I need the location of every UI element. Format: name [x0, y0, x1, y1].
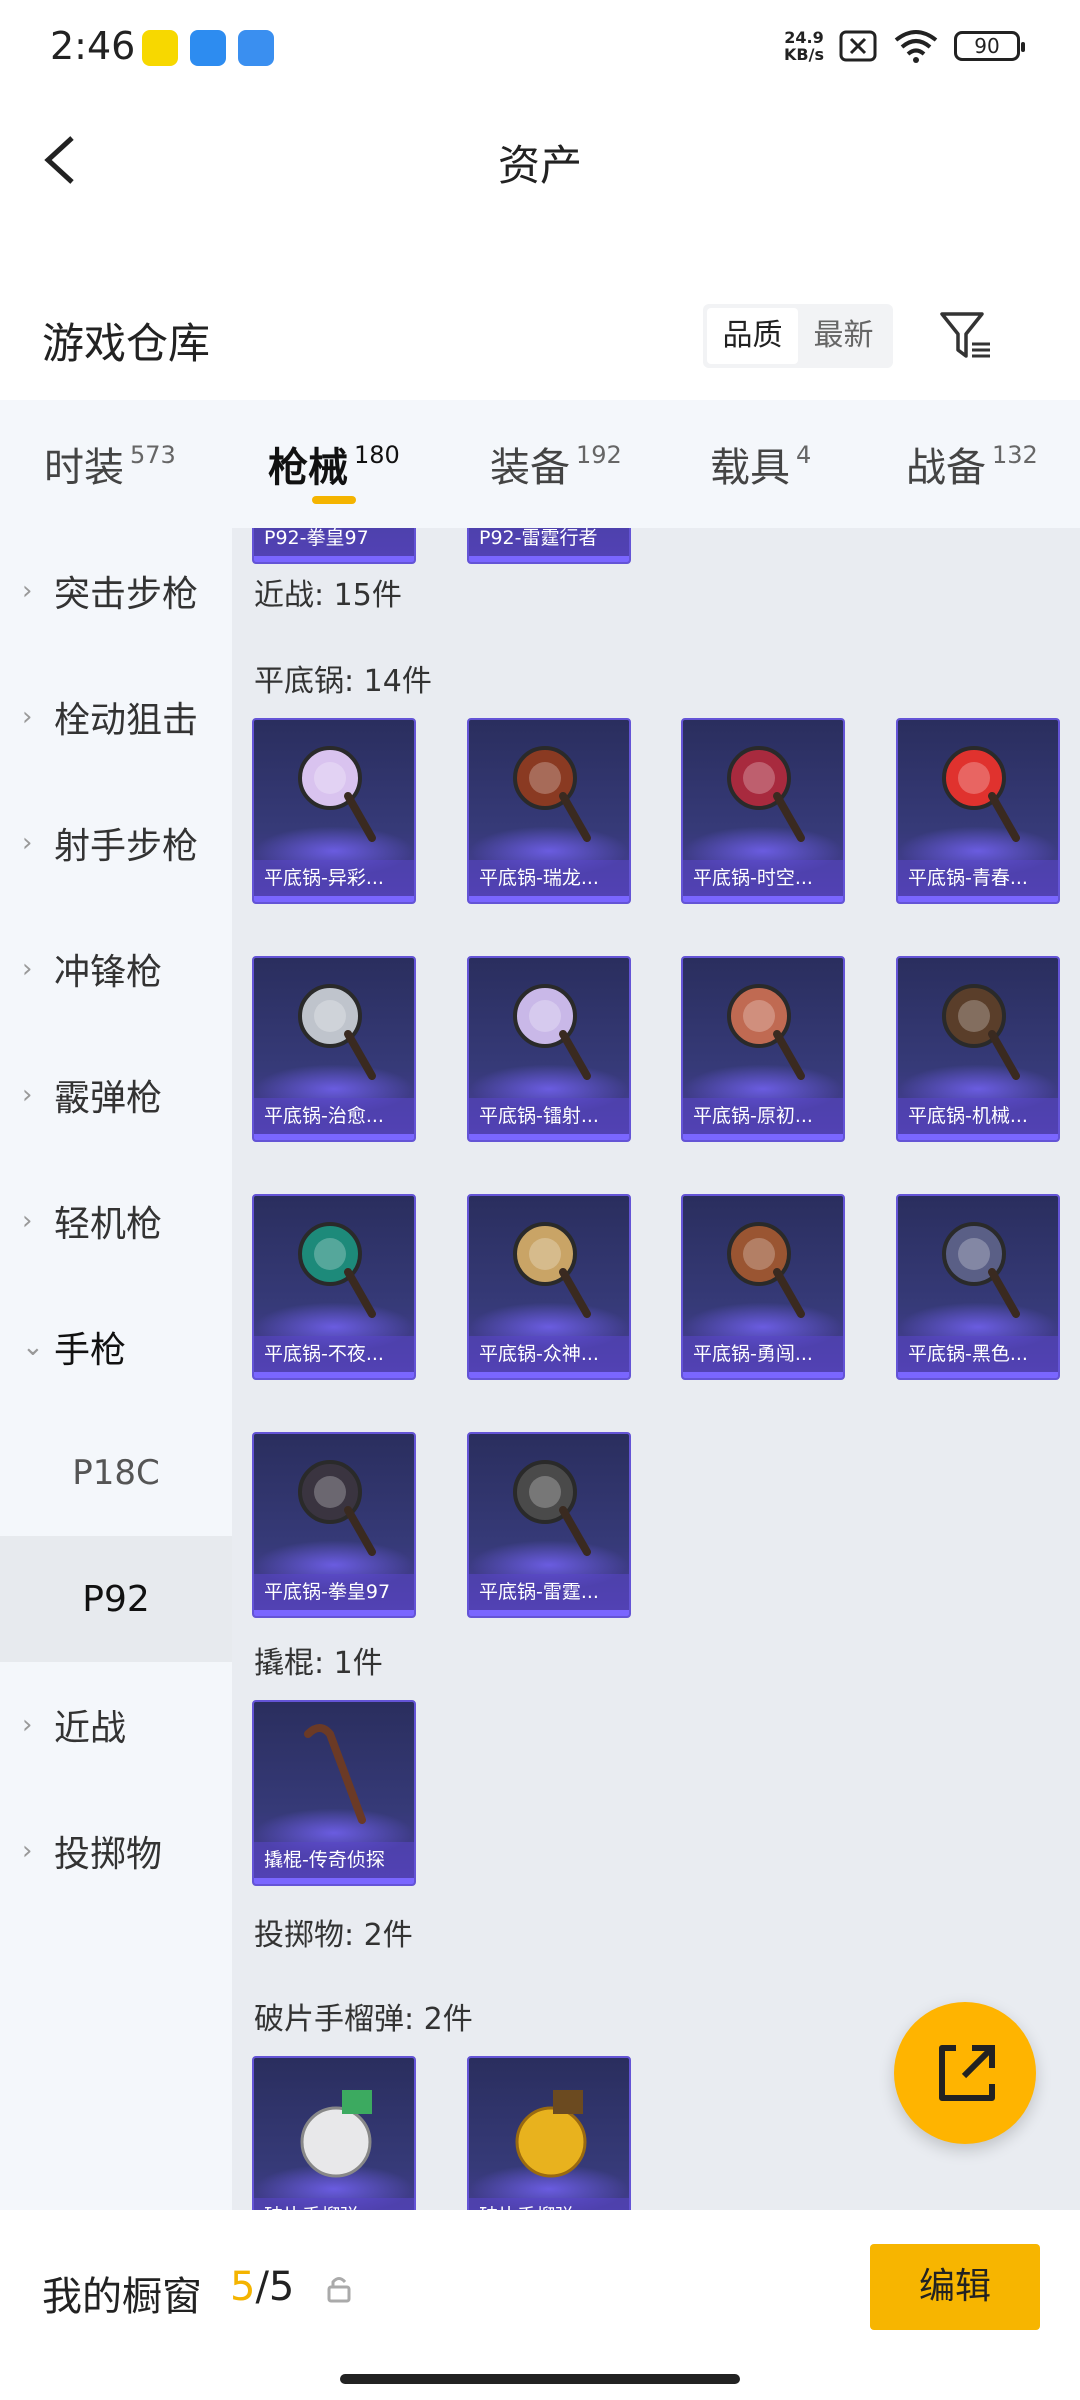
sidebar-item-assault-rifle[interactable]: › 突击步枪: [0, 528, 232, 654]
item-card-pan[interactable]: 平底锅-时空...: [681, 718, 845, 904]
sidebar-item-marksman-rifle[interactable]: › 射手步枪: [0, 780, 232, 906]
sidebar-item-smg[interactable]: › 冲锋枪: [0, 906, 232, 1032]
sidebar-subitem-p18c[interactable]: P18C: [0, 1410, 232, 1536]
frying-pan-icon: [513, 1222, 591, 1318]
chevron-right-icon: ›: [22, 828, 33, 858]
filter-icon[interactable]: [938, 308, 994, 364]
showcase-label: 我的橱窗: [42, 2274, 202, 2320]
item-card-pan[interactable]: 平底锅-瑞龙...: [467, 718, 631, 904]
frying-pan-icon: [298, 1222, 376, 1318]
chevron-right-icon: ›: [22, 1710, 33, 1740]
item-card-pan[interactable]: 平底锅-治愈...: [252, 956, 416, 1142]
lock-icon: [327, 2277, 351, 2303]
frying-pan-icon: [298, 746, 376, 842]
item-card-pan[interactable]: 平底锅-不夜...: [252, 1194, 416, 1380]
sidebar-item-melee[interactable]: › 近战: [0, 1662, 232, 1788]
section-melee-header: 近战: 15件: [254, 578, 402, 613]
battery-icon: 90: [954, 31, 1025, 61]
item-card-pan[interactable]: 平底锅-黑色...: [896, 1194, 1060, 1380]
frying-pan-icon: [727, 984, 805, 1080]
item-grid-area[interactable]: P92-拳皇97 P92-雷霆行者 近战: 15件 平底锅: 14件 平底锅-异…: [232, 528, 1080, 2210]
warehouse-bar: 游戏仓库 品质 最新: [0, 290, 1080, 400]
frying-pan-icon: [942, 746, 1020, 842]
chevron-right-icon: ›: [22, 576, 33, 606]
chevron-right-icon: ›: [22, 1080, 33, 1110]
item-card-crowbar[interactable]: 撬棍-传奇侦探: [252, 1700, 416, 1886]
item-card-pan[interactable]: 平底锅-青春...: [896, 718, 1060, 904]
sidebar-item-pistol[interactable]: ⌄ 手枪: [0, 1284, 232, 1410]
chevron-down-icon: ⌄: [22, 1332, 44, 1362]
crowbar-icon: [304, 1724, 366, 1824]
section-frag-header: 破片手榴弹: 2件: [254, 2002, 473, 2037]
app-notification-icon: [142, 30, 178, 66]
grenade-icon: [515, 2090, 587, 2178]
showcase-count: 5/5: [230, 2264, 295, 2310]
chevron-right-icon: ›: [22, 1836, 33, 1866]
frying-pan-icon: [513, 1460, 591, 1556]
sort-newest-option[interactable]: 最新: [798, 308, 889, 364]
item-card-pan[interactable]: 平底锅-镭射...: [467, 956, 631, 1142]
warehouse-title: 游戏仓库: [42, 319, 211, 368]
frying-pan-icon: [298, 1460, 376, 1556]
frying-pan-icon: [942, 1222, 1020, 1318]
item-card[interactable]: P92-拳皇97: [252, 528, 416, 564]
status-time: 2:46: [50, 24, 136, 68]
item-card-frag-grenade[interactable]: 破片手榴弹: [467, 2056, 631, 2210]
item-card-pan[interactable]: 平底锅-异彩...: [252, 718, 416, 904]
status-bar: 2:46 24.9 KB/s 90: [0, 0, 1080, 100]
item-card-frag-grenade[interactable]: 破片手榴弹: [252, 2056, 416, 2210]
section-pan-header: 平底锅: 14件: [254, 664, 432, 699]
item-card-pan[interactable]: 平底锅-雷霆...: [467, 1432, 631, 1618]
home-indicator: [340, 2374, 740, 2384]
tab-equipment[interactable]: 装备 192: [490, 400, 622, 528]
sidebar-item-shotgun[interactable]: › 霰弹枪: [0, 1032, 232, 1158]
sidebar-item-throwable[interactable]: › 投掷物: [0, 1788, 232, 1914]
frying-pan-icon: [513, 984, 591, 1080]
tab-vehicles[interactable]: 载具 4: [710, 400, 811, 528]
item-card-pan[interactable]: 平底锅-机械...: [896, 956, 1060, 1142]
external-link-icon: [939, 2045, 995, 2101]
chevron-right-icon: ›: [22, 1206, 33, 1236]
item-card[interactable]: P92-雷霆行者: [467, 528, 631, 564]
category-tabs: 时装 573 枪械 180 装备 192 载具 4 战备 132: [0, 400, 1080, 528]
frying-pan-icon: [298, 984, 376, 1080]
grenade-icon: [300, 2090, 372, 2178]
no-sim-icon: [839, 30, 877, 62]
active-tab-indicator: [312, 496, 356, 504]
share-fab-button[interactable]: [894, 2002, 1036, 2144]
top-header: 资产: [0, 100, 1080, 220]
showcase-bar: 我的橱窗 5/5 编辑: [0, 2210, 1080, 2400]
sidebar-item-lmg[interactable]: › 轻机枪: [0, 1158, 232, 1284]
frying-pan-icon: [727, 746, 805, 842]
frying-pan-icon: [513, 746, 591, 842]
section-crowbar-header: 撬棍: 1件: [254, 1646, 383, 1681]
section-throwable-header: 投掷物: 2件: [254, 1918, 413, 1953]
item-card-pan[interactable]: 平底锅-拳皇97: [252, 1432, 416, 1618]
bluetooth-icon: [190, 30, 226, 66]
chevron-right-icon: ›: [22, 954, 33, 984]
chevron-right-icon: ›: [22, 702, 33, 732]
weapon-category-sidebar: › 突击步枪 › 栓动狙击 › 射手步枪 › 冲锋枪 › 霰弹枪 › 轻机枪 ⌄ 手枪 P18…: [0, 528, 232, 2210]
page-title: 资产: [497, 141, 582, 190]
item-card-pan[interactable]: 平底锅-众神...: [467, 1194, 631, 1380]
tab-weapons[interactable]: 枪械 180: [268, 400, 400, 528]
tab-supplies[interactable]: 战备 132: [906, 400, 1038, 528]
sort-quality-option[interactable]: 品质: [707, 308, 798, 364]
item-card-pan[interactable]: 平底锅-原初...: [681, 956, 845, 1142]
sidebar-item-bolt-sniper[interactable]: › 栓动狙击: [0, 654, 232, 780]
item-card-pan[interactable]: 平底锅-勇闯...: [681, 1194, 845, 1380]
sort-toggle: 品质 最新: [703, 304, 893, 368]
wifi-icon: [894, 30, 938, 63]
network-speed: 24.9 KB/s: [784, 28, 824, 64]
sidebar-subitem-p92[interactable]: P92: [0, 1536, 232, 1662]
frying-pan-icon: [942, 984, 1020, 1080]
browser-notification-icon: [238, 30, 274, 66]
tab-fashion[interactable]: 时装 573: [44, 400, 176, 528]
edit-button[interactable]: 编辑: [870, 2244, 1040, 2330]
frying-pan-icon: [727, 1222, 805, 1318]
